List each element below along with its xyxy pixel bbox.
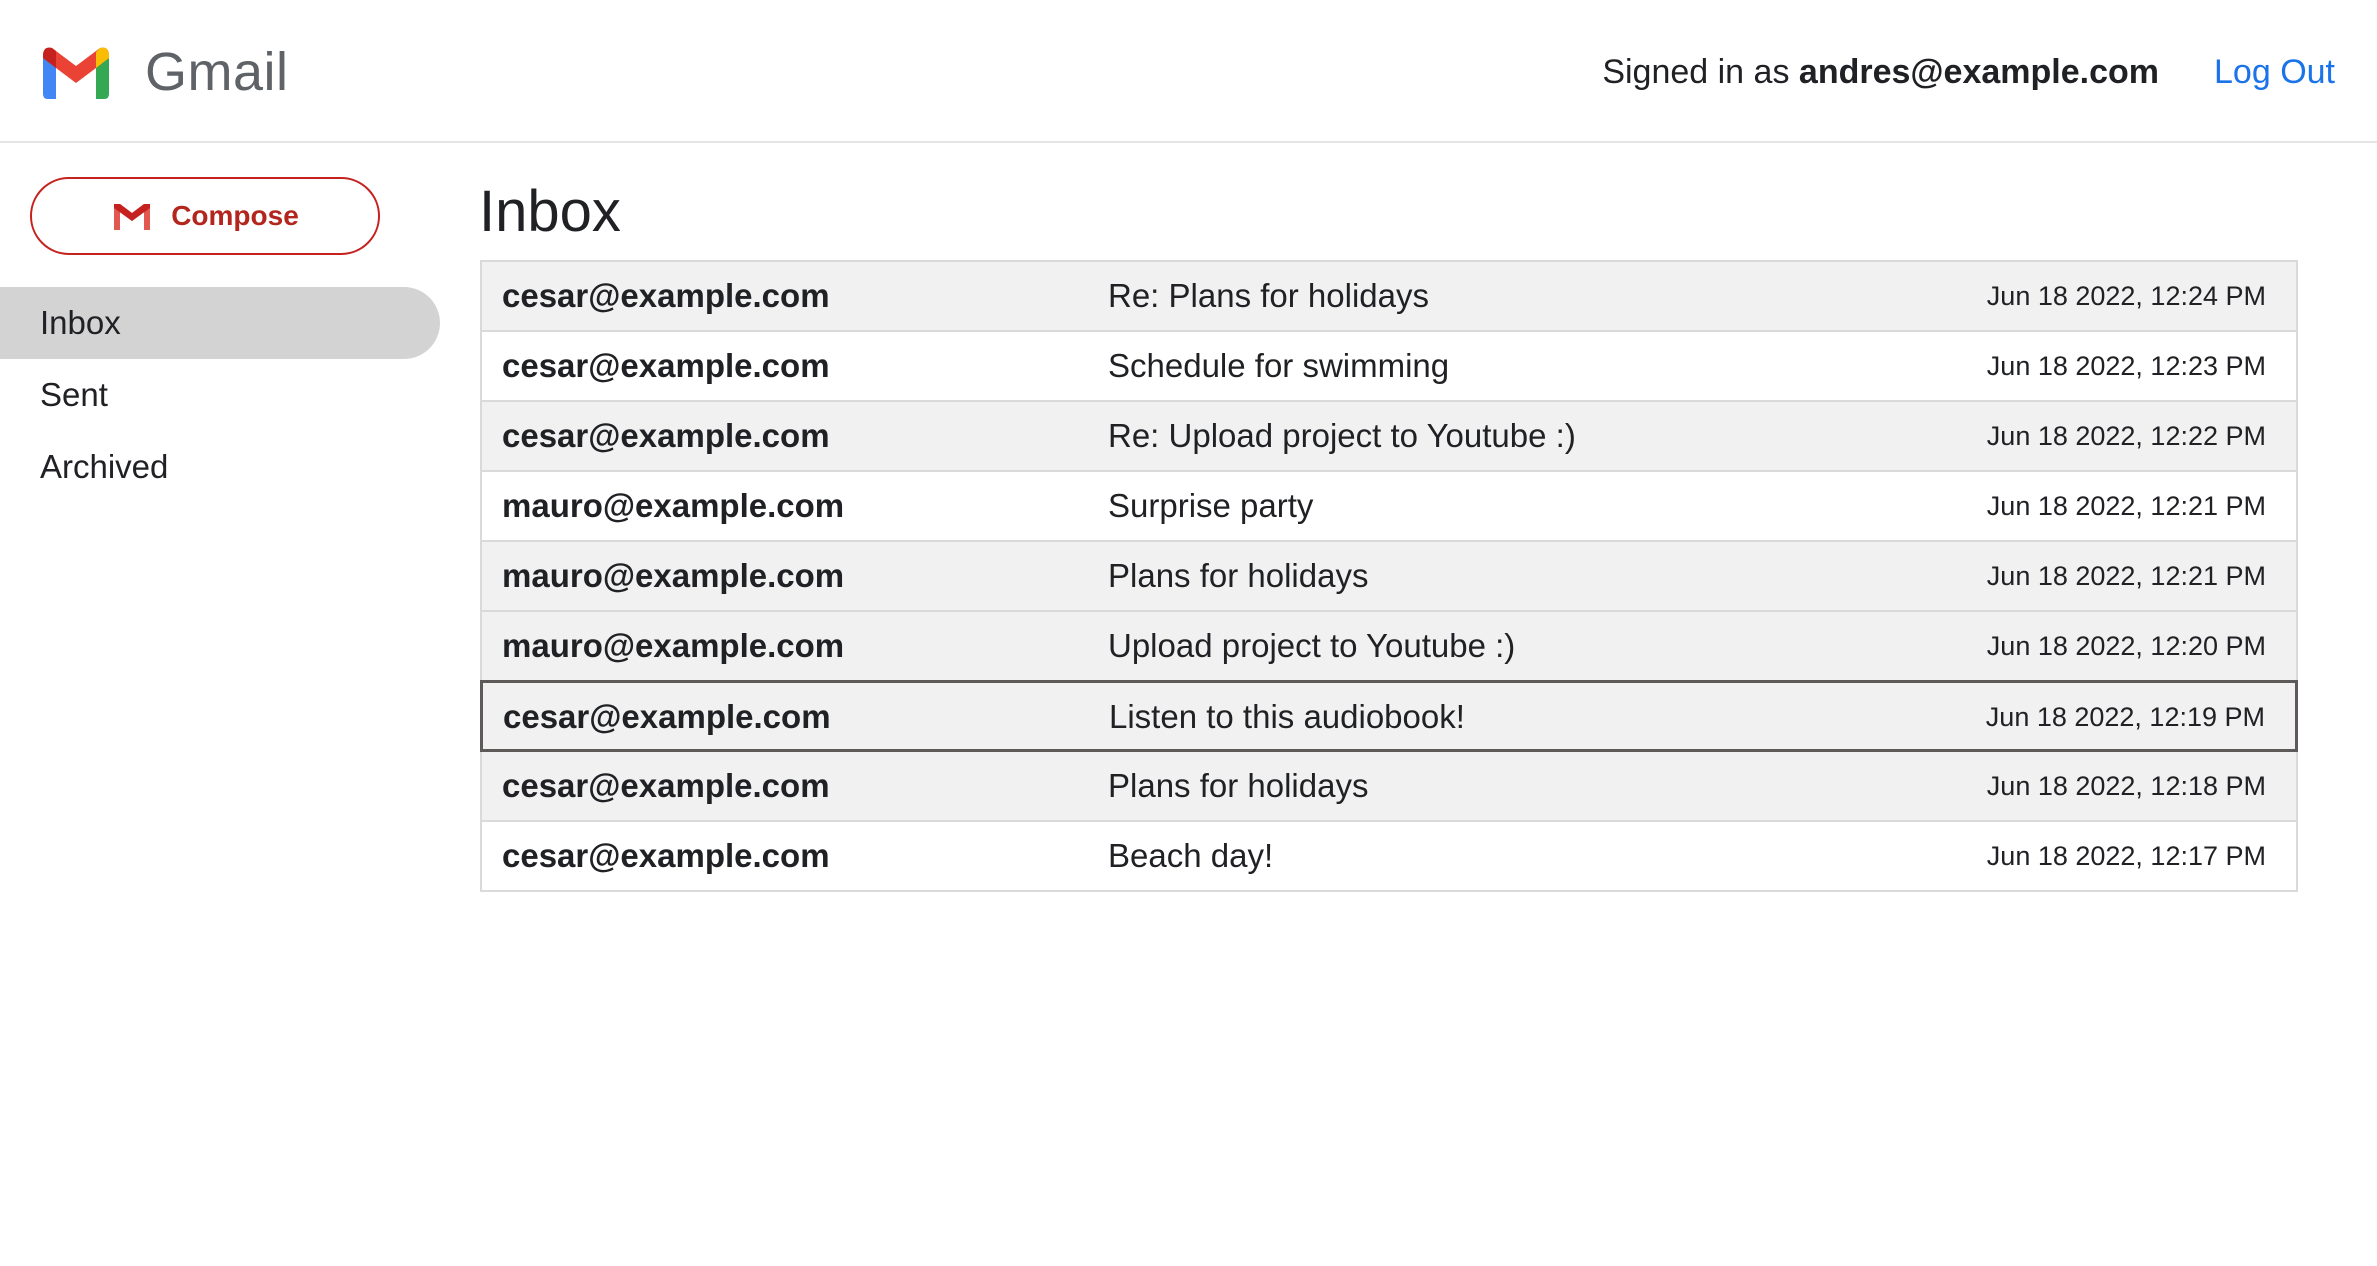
email-row[interactable]: mauro@example.com Surprise party Jun 18 … xyxy=(480,470,2298,542)
email-subject: Plans for holidays xyxy=(1108,767,1369,804)
compose-button[interactable]: Compose xyxy=(30,177,380,255)
email-sender: cesar@example.com xyxy=(502,837,830,874)
email-subject: Surprise party xyxy=(1108,487,1314,524)
gmail-logo-icon xyxy=(43,47,109,99)
email-subject: Upload project to Youtube :) xyxy=(1108,627,1516,664)
email-timestamp: Jun 18 2022, 12:19 PM xyxy=(1985,702,2265,732)
email-sender: cesar@example.com xyxy=(502,347,830,384)
email-sender: cesar@example.com xyxy=(502,767,830,804)
email-row[interactable]: cesar@example.com Plans for holidays Jun… xyxy=(480,750,2298,822)
email-timestamp: Jun 18 2022, 12:24 PM xyxy=(1986,281,2266,311)
app-header: Gmail Signed in as andres@example.com Lo… xyxy=(0,0,2377,143)
email-sender: mauro@example.com xyxy=(502,557,845,594)
signed-in-user: andres@example.com xyxy=(1798,53,2159,91)
email-row[interactable]: cesar@example.com Re: Upload project to … xyxy=(480,400,2298,472)
signed-in-status: Signed in as andres@example.com xyxy=(1602,50,2159,94)
email-sender: cesar@example.com xyxy=(502,277,830,314)
email-sender: cesar@example.com xyxy=(502,417,830,454)
email-row[interactable]: cesar@example.com Schedule for swimming … xyxy=(480,330,2298,402)
sidebar-nav: Inbox Sent Archived xyxy=(0,287,440,503)
email-subject: Plans for holidays xyxy=(1108,557,1369,594)
email-timestamp: Jun 18 2022, 12:22 PM xyxy=(1986,421,2266,451)
email-timestamp: Jun 18 2022, 12:21 PM xyxy=(1986,491,2266,521)
email-subject: Listen to this audiobook! xyxy=(1109,698,1465,735)
email-row[interactable]: cesar@example.com Re: Plans for holidays… xyxy=(480,260,2298,332)
email-sender: mauro@example.com xyxy=(502,487,845,524)
email-row[interactable]: cesar@example.com Listen to this audiobo… xyxy=(480,680,2298,752)
email-subject: Beach day! xyxy=(1108,837,1274,874)
email-subject: Re: Plans for holidays xyxy=(1108,277,1429,314)
email-row[interactable]: mauro@example.com Upload project to Yout… xyxy=(480,610,2298,682)
email-row[interactable]: mauro@example.com Plans for holidays Jun… xyxy=(480,540,2298,612)
email-row[interactable]: cesar@example.com Beach day! Jun 18 2022… xyxy=(480,820,2298,892)
email-subject: Schedule for swimming xyxy=(1108,347,1450,384)
email-timestamp: Jun 18 2022, 12:23 PM xyxy=(1986,351,2266,381)
signed-in-prefix: Signed in as xyxy=(1602,53,1799,91)
brand-name: Gmail xyxy=(145,42,289,102)
page-title: Inbox xyxy=(479,179,621,244)
gmail-m-icon xyxy=(114,204,151,230)
email-sender: mauro@example.com xyxy=(502,627,845,664)
email-subject: Re: Upload project to Youtube :) xyxy=(1108,417,1576,454)
email-timestamp: Jun 18 2022, 12:20 PM xyxy=(1986,631,2266,661)
email-timestamp: Jun 18 2022, 12:17 PM xyxy=(1986,841,2266,871)
sidebar-item-archived[interactable]: Archived xyxy=(0,431,440,503)
sidebar-item-inbox[interactable]: Inbox xyxy=(0,287,440,359)
email-sender: cesar@example.com xyxy=(503,698,831,735)
email-timestamp: Jun 18 2022, 12:18 PM xyxy=(1986,771,2266,801)
sidebar-item-sent[interactable]: Sent xyxy=(0,359,440,431)
compose-label: Compose xyxy=(171,200,299,231)
logout-link[interactable]: Log Out xyxy=(2214,50,2335,94)
email-list: cesar@example.com Re: Plans for holidays… xyxy=(480,260,2298,892)
email-timestamp: Jun 18 2022, 12:21 PM xyxy=(1986,561,2266,591)
